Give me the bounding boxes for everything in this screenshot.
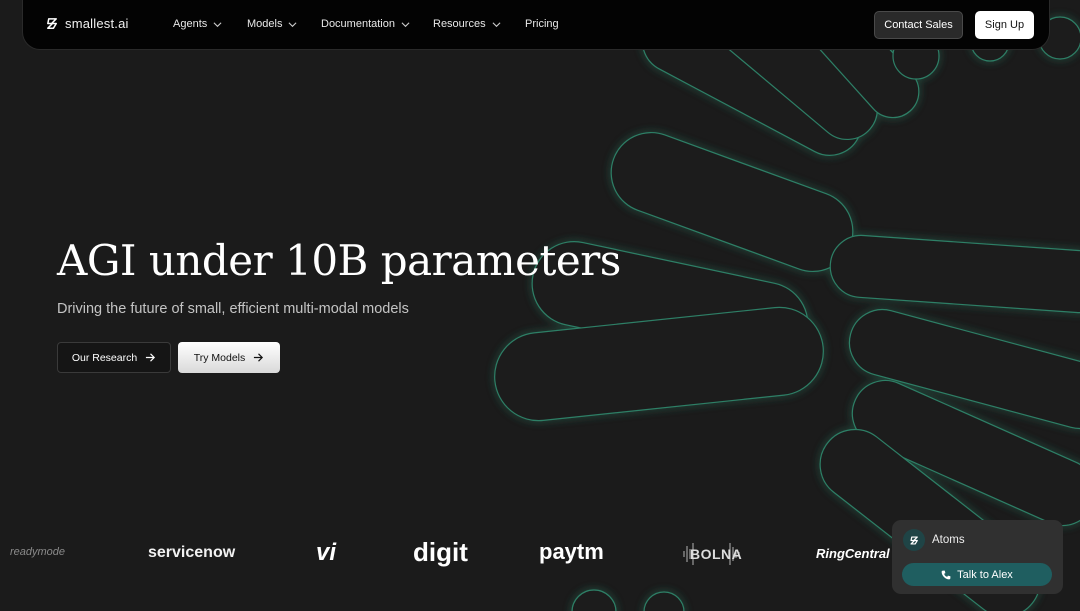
chat-agent-name: Atoms [932, 534, 965, 546]
hero-title: AGI under 10B parameters [57, 236, 621, 285]
nav-label: Pricing [525, 18, 559, 30]
brand-name: smallest.ai [65, 16, 129, 31]
atoms-avatar [903, 529, 925, 551]
try-models-button[interactable]: Try Models [178, 342, 280, 373]
button-label: Talk to Alex [957, 568, 1013, 581]
nav-resources[interactable]: Resources [433, 18, 501, 30]
readymode-logo: readymode [10, 546, 66, 558]
nav-models[interactable]: Models [247, 18, 297, 30]
nav-label: Models [247, 18, 283, 30]
servicenow-logo: servicenow [148, 544, 236, 561]
bolna-logo: BOLNA [690, 546, 743, 562]
arrow-right-icon [254, 353, 264, 362]
top-navbar: smallest.ai Agents Models Documentation … [22, 0, 1050, 50]
vi-logo: vi [316, 539, 337, 566]
brand-logo[interactable]: smallest.ai [45, 16, 129, 31]
sign-up-button[interactable]: Sign Up [975, 11, 1034, 39]
chevron-down-icon [213, 21, 222, 27]
phone-icon [941, 570, 951, 579]
arrow-right-icon [146, 353, 156, 362]
atoms-chat-widget: Atoms Talk to Alex [892, 520, 1063, 594]
hero-subtitle: Driving the future of small, efficient m… [57, 301, 409, 317]
button-label: Our Research [71, 351, 138, 364]
chevron-down-icon [401, 21, 410, 27]
paytm-logo: paytm [539, 539, 604, 564]
smallest-logo-icon [47, 18, 57, 29]
digit-logo: digit [413, 537, 468, 567]
talk-to-alex-button[interactable]: Talk to Alex [902, 563, 1052, 586]
button-label: Try Models [193, 351, 246, 364]
nav-label: Agents [173, 18, 208, 30]
contact-sales-button[interactable]: Contact Sales [874, 11, 963, 39]
nav-agents[interactable]: Agents [173, 18, 222, 30]
ringcentral-logo: RingCentral [816, 546, 890, 561]
nav-label: Resources [433, 18, 486, 30]
nav-pricing[interactable]: Pricing [525, 18, 559, 30]
nav-documentation[interactable]: Documentation [321, 18, 410, 30]
chevron-down-icon [288, 21, 297, 27]
smallest-logo-icon [909, 535, 918, 545]
chevron-down-icon [492, 21, 501, 27]
our-research-button[interactable]: Our Research [57, 342, 171, 373]
nav-label: Documentation [321, 18, 395, 30]
